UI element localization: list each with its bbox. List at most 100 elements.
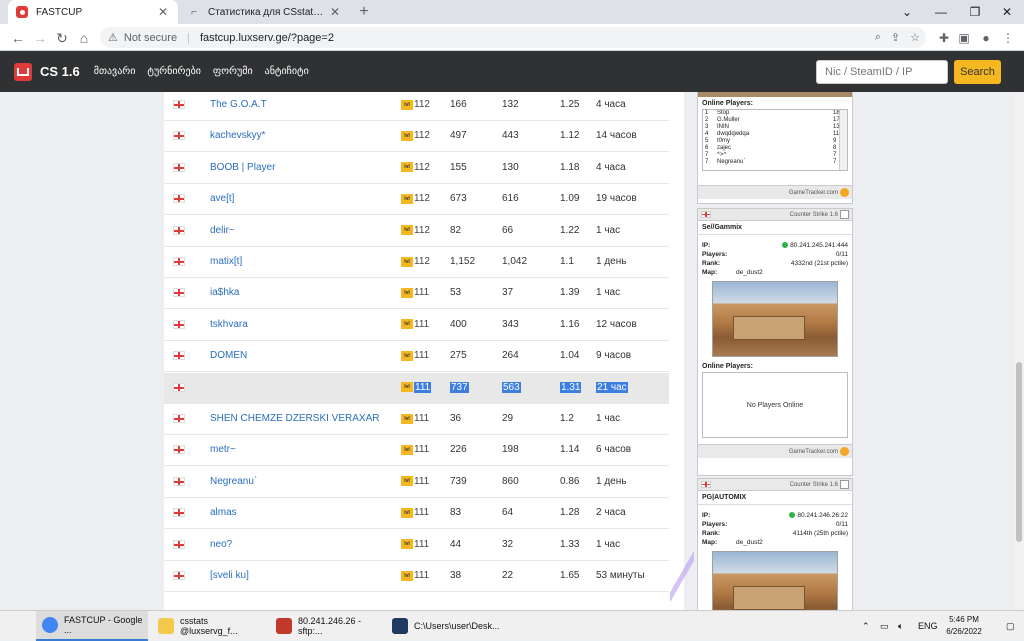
deaths-value: 563 [502, 381, 521, 393]
list-item[interactable]: 7 Negreanu` 7 [703, 159, 847, 166]
new-tab-button[interactable]: + [354, 2, 374, 22]
search-button[interactable]: Search [954, 60, 1001, 84]
georgia-flag-icon [173, 225, 185, 235]
playtime-value: 1 час [596, 224, 621, 236]
notification-icon[interactable]: ▢ [1006, 611, 1015, 641]
list-item[interactable]: 6 zajec 8 [703, 145, 847, 152]
kills-value: 275 [450, 350, 467, 362]
browser-tab-csstats[interactable]: ⌐ Статистика для CSstatsX SQL | D ✕ [180, 0, 350, 24]
close-tab-icon[interactable]: ✕ [328, 5, 342, 19]
level-badge-icon: lvl [401, 162, 413, 173]
deaths-value: 1,042 [502, 256, 528, 267]
player-name-link[interactable]: tskhvara [210, 319, 248, 330]
kd-ratio-value: 1.18 [560, 161, 580, 173]
level-badge-icon: lvl [401, 99, 413, 110]
list-item[interactable]: 2 G.Muller 17 [703, 117, 847, 124]
server-players-row: Players: 0/11 [702, 251, 848, 258]
player-name-link[interactable]: almas [210, 507, 237, 518]
home-icon[interactable]: ⌂ [74, 28, 94, 48]
player-name-link[interactable]: neo? [210, 539, 232, 550]
clock-date: 6/26/2022 [946, 627, 982, 636]
player-name-link[interactable]: Negreanu` [210, 476, 257, 487]
online-players-list[interactable]: 1 Stop 18 2 G.Muller 17 3 ININ 13 4 dwqdqwdqa 11 5 t0… [702, 109, 848, 171]
close-tab-icon[interactable]: ✕ [156, 5, 170, 19]
server-name[interactable]: PG|AUTOMIX [698, 491, 852, 505]
nav-link-tournaments[interactable]: ტურნირები [147, 66, 201, 77]
server-ip[interactable]: 80.241.246.26:22 [797, 512, 848, 519]
list-item[interactable]: 7 ^>^ 7 [703, 152, 847, 159]
tray-chevron-icon[interactable]: ⌃ [862, 611, 870, 641]
player-name-link[interactable]: BOOB | Player [210, 162, 275, 173]
side-panel-icon[interactable]: ▣ [954, 28, 974, 48]
nav-link-forum[interactable]: ფორუმი [213, 66, 253, 77]
kd-ratio-value: 1.12 [560, 130, 580, 142]
kd-ratio-value: 1.1 [560, 256, 574, 267]
chevron-down-icon[interactable]: ⌄ [890, 0, 924, 24]
reload-icon[interactable]: ↻ [52, 28, 72, 48]
site-logo-icon[interactable] [14, 62, 32, 81]
player-name-link[interactable]: [sveli ku] [210, 570, 249, 581]
player-name-link[interactable]: The G.O.A.T [210, 99, 267, 110]
share-icon[interactable]: ⇪ [891, 31, 900, 44]
extensions-puzzle-icon[interactable]: ✚ [934, 28, 954, 48]
system-clock[interactable]: 5:46 PM 6/26/2022 [928, 614, 1000, 638]
taskbar-item-label: csstats @luxservg_f... [180, 616, 238, 636]
level-value: 112 [414, 161, 430, 173]
player-name-link[interactable]: SHEN CHEMZE DZERSKI VERAXAR [210, 413, 379, 424]
nav-link-anticheat[interactable]: ანტიჩიტი [265, 66, 309, 77]
level-badge: lvl 112 [401, 193, 430, 204]
kills-value: 497 [450, 130, 467, 142]
menu-kebab-icon[interactable]: ⋮ [998, 28, 1018, 48]
nav-link-home[interactable]: მთავარი [94, 66, 136, 77]
network-icon[interactable]: ▭ [880, 611, 889, 641]
player-name-link[interactable]: ia$hka [210, 287, 239, 298]
scrollbar-thumb[interactable] [1016, 362, 1022, 542]
profile-avatar-icon[interactable]: ● [976, 28, 996, 48]
browser-tab-bar: FASTCUP ✕ ⌐ Статистика для CSstatsX SQL … [0, 0, 1024, 24]
player-name-link[interactable]: metr~ [210, 444, 236, 455]
list-item[interactable]: 3 ININ 13 [703, 124, 847, 131]
player-name-link[interactable]: matix[t] [210, 256, 242, 267]
close-window-button[interactable]: ✕ [990, 0, 1024, 24]
player-name-link[interactable]: kachevskyy* [210, 130, 266, 141]
list-item[interactable]: 4 dwqdqwdqa 11 [703, 131, 847, 138]
volume-icon[interactable]: 🔈︎ [898, 611, 903, 641]
list-item[interactable]: 1 Stop 18 [703, 110, 847, 117]
brand-title[interactable]: CS 1.6 [40, 64, 80, 79]
bookmark-star-icon[interactable]: ☆ [910, 31, 920, 44]
back-arrow-icon[interactable]: ← [8, 28, 28, 48]
list-scrollbar[interactable] [839, 110, 847, 170]
url-text[interactable]: fastcup.luxserv.ge/?page=2 [200, 32, 334, 44]
playtime-value: 1 час [596, 413, 621, 424]
warning-icon[interactable]: ⚠ [108, 31, 118, 44]
taskbar-item-winscp[interactable]: csstats @luxservg_f... [152, 611, 268, 641]
maximize-button[interactable]: ❐ [958, 0, 992, 24]
player-name-link[interactable]: DOMEN [210, 350, 247, 361]
security-label[interactable]: Not secure [124, 32, 177, 44]
taskbar-item-chrome[interactable]: FASTCUP - Google ... [36, 611, 148, 641]
kd-ratio-value: 1.28 [560, 507, 580, 519]
browser-tab-fastcup[interactable]: FASTCUP ✕ [8, 0, 178, 24]
address-bar: ← → ↻ ⌂ ⚠ Not secure | fastcup.luxserv.g… [0, 24, 1024, 51]
taskbar-item-filezilla[interactable]: 80.241.246.26 - sftp:... [270, 611, 384, 641]
minimize-button[interactable]: — [924, 0, 958, 24]
url-omnibox[interactable]: ⚠ Not secure | fastcup.luxserv.ge/?page=… [100, 27, 926, 48]
kd-ratio-value: 1.16 [560, 318, 580, 330]
gametracker-footer[interactable]: GameTracker.com [698, 444, 852, 458]
search-input[interactable] [816, 60, 948, 84]
player-name-link[interactable]: ave[t] [210, 193, 234, 204]
player-name-link[interactable]: delir~ [210, 225, 235, 236]
page-scrollbar[interactable] [1014, 92, 1024, 610]
server-name[interactable]: Se//Gammix [698, 221, 852, 235]
table-row: BOOB | Player lvl 112 155 130 1.18 4 часа [164, 153, 669, 184]
deaths-value: 64 [502, 507, 514, 519]
online-status-icon [789, 512, 796, 518]
zoom-icon[interactable]: ⌕ [875, 31, 881, 44]
list-item[interactable]: 5 t0my 9 [703, 138, 847, 145]
forward-arrow-icon[interactable]: → [30, 28, 50, 48]
online-players-label: Online Players: [702, 100, 753, 107]
taskbar-item-cmd[interactable]: C:\Users\user\Desk... [386, 611, 500, 641]
gametracker-footer[interactable]: GameTracker.com [698, 185, 852, 199]
cs-game-icon [840, 210, 849, 219]
server-ip[interactable]: 80.241.245.241:444 [790, 242, 848, 249]
